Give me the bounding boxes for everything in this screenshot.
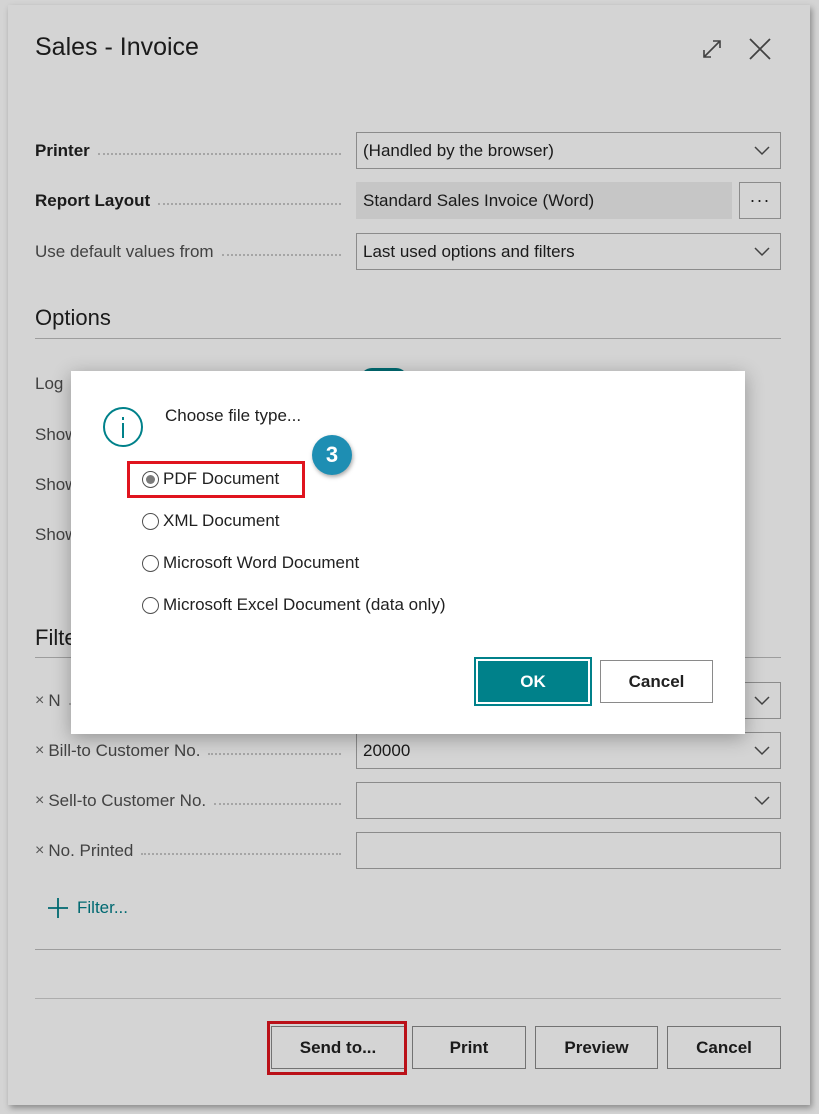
- pdf-highlight: [127, 461, 305, 498]
- radio-label: Microsoft Excel Document (data only): [163, 595, 446, 614]
- radio-button[interactable]: [142, 512, 159, 530]
- ok-button[interactable]: OK: [474, 657, 592, 706]
- radio-label: Microsoft Word Document: [163, 553, 360, 572]
- radio-label: XML Document: [163, 511, 280, 530]
- file-type-modal: Choose file type... 3 PDF Document XML D…: [71, 371, 745, 734]
- radio-xml[interactable]: XML Document: [142, 511, 280, 531]
- radio-button[interactable]: [142, 554, 159, 572]
- radio-word[interactable]: Microsoft Word Document: [142, 553, 359, 573]
- step-badge: 3: [312, 435, 352, 475]
- radio-excel[interactable]: Microsoft Excel Document (data only): [142, 595, 446, 615]
- info-icon: [102, 406, 144, 453]
- modal-cancel-button[interactable]: Cancel: [600, 660, 713, 703]
- radio-button[interactable]: [142, 596, 159, 614]
- modal-message: Choose file type...: [165, 406, 302, 425]
